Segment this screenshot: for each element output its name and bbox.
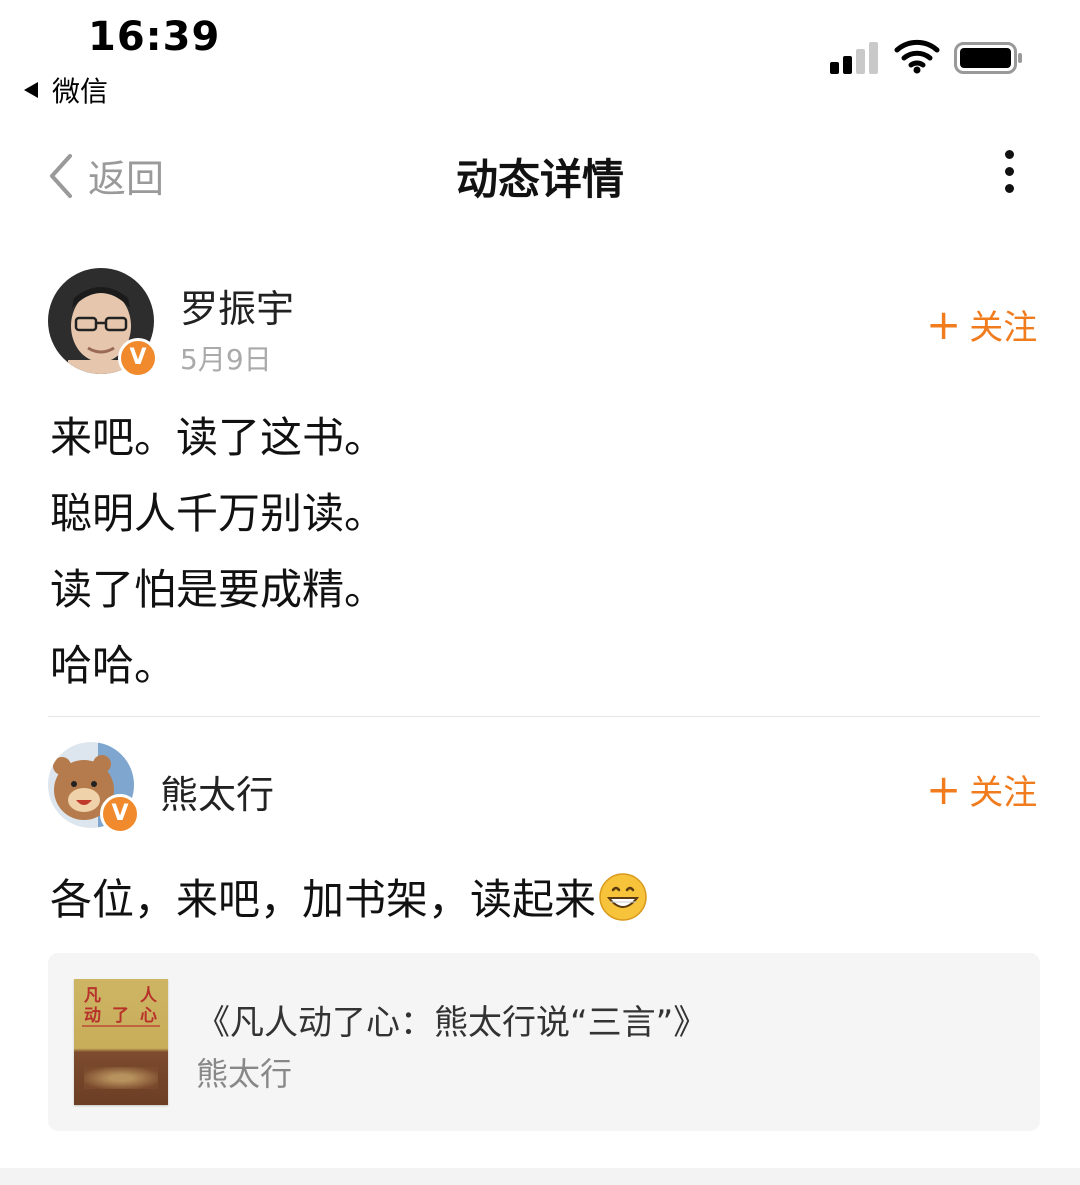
comment-body: 各位，来吧，加书架，读起来 <box>50 866 648 927</box>
book-author: 熊太行 <box>196 1055 293 1093</box>
divider <box>48 716 1040 717</box>
back-app-label: 微信 <box>52 75 109 108</box>
post-line: 读了怕是要成精。 <box>50 565 387 614</box>
verified-badge-icon: V <box>100 794 140 834</box>
book-cover-image: 凡 人 动 了 心 <box>74 979 168 1105</box>
follow-label: 关注 <box>969 773 1038 813</box>
follow-button[interactable]: + 关注 <box>926 765 1037 814</box>
post-body: 来吧。读了这书。 聪明人千万别读。 读了怕是要成精。 哈哈。 <box>50 400 386 704</box>
back-triangle-icon <box>24 82 38 98</box>
wifi-icon <box>894 39 940 74</box>
post-date: 5月9日 <box>180 343 272 376</box>
post-author-avatar[interactable]: V <box>48 268 158 378</box>
cellular-signal-icon <box>830 42 880 74</box>
post-line: 哈哈。 <box>50 641 177 690</box>
bottom-separator <box>0 1168 1080 1185</box>
book-title: 《凡人动了心：熊太行说“三言”》 <box>196 1003 708 1043</box>
plus-icon: + <box>926 764 962 814</box>
page-title: 动态详情 <box>455 155 624 204</box>
back-to-app-link[interactable]: 微信 <box>24 70 108 110</box>
comment-author-avatar[interactable]: V <box>48 742 140 834</box>
post-line: 聪明人千万别读。 <box>50 489 387 538</box>
battery-icon <box>954 42 1022 74</box>
status-time: 16:39 <box>88 14 221 60</box>
comment-author-name[interactable]: 熊太行 <box>160 764 274 819</box>
comment-text: 各位，来吧，加书架，读起来 <box>50 875 597 924</box>
grinning-face-icon <box>599 872 647 921</box>
post-author-name[interactable]: 罗振宇 <box>180 278 294 333</box>
post-line: 来吧。读了这书。 <box>50 413 387 462</box>
follow-button[interactable]: + 关注 <box>926 300 1037 349</box>
follow-label: 关注 <box>969 308 1038 348</box>
plus-icon: + <box>926 299 962 349</box>
verified-badge-icon: V <box>118 338 158 378</box>
book-card[interactable]: 凡 人 动 了 心 《凡人动了心：熊太行说“三言”》 熊太行 <box>48 953 1040 1131</box>
more-options-icon[interactable] <box>996 150 1022 198</box>
